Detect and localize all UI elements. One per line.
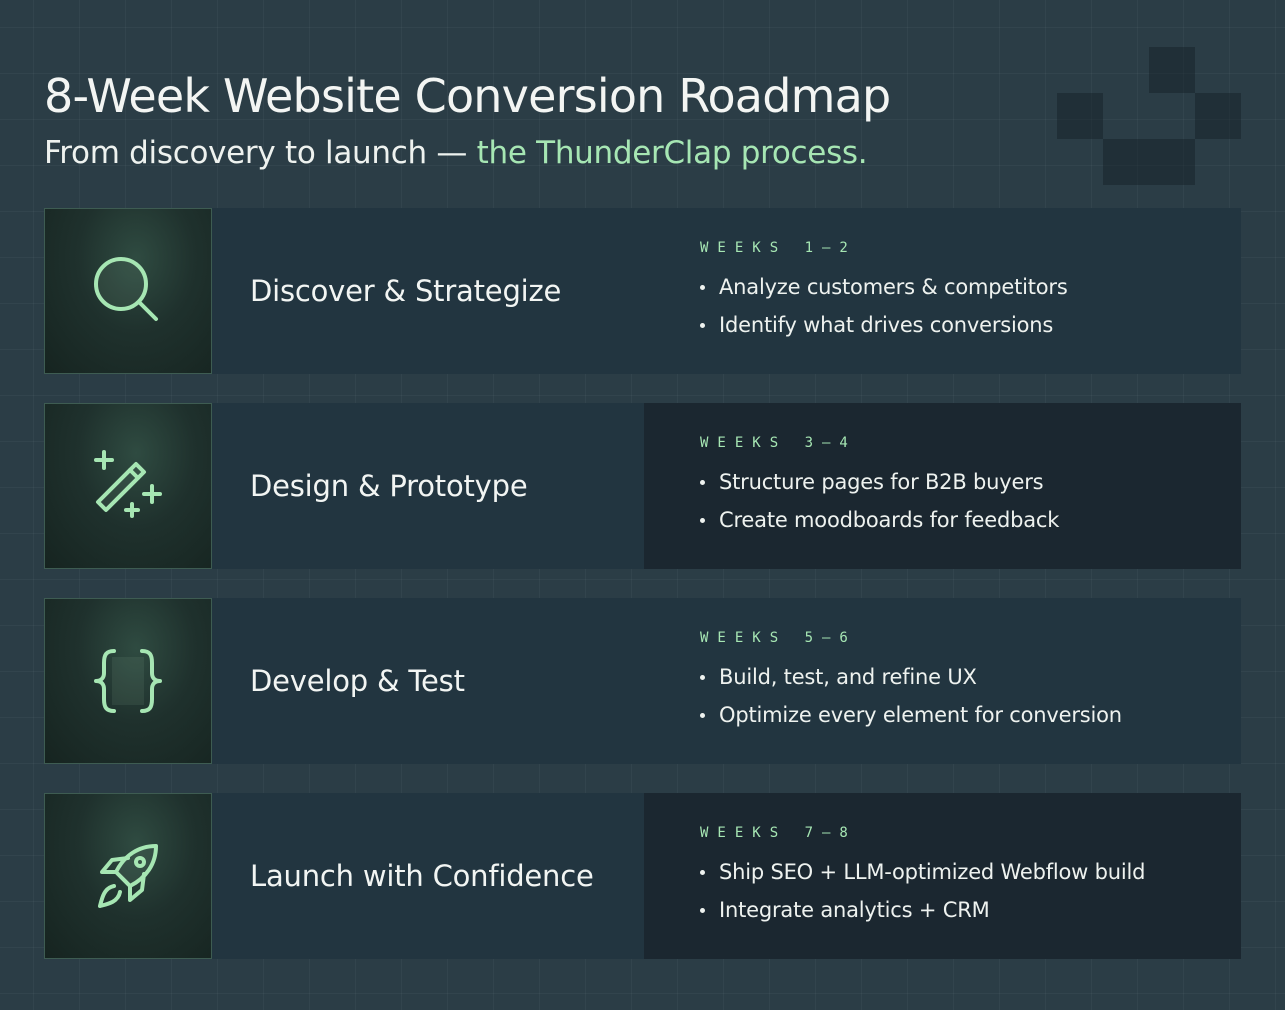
phase-name: Develop & Test [250, 664, 465, 698]
phase-name: Discover & Strategize [250, 274, 562, 308]
phase-details: WEEKS 1–2 Analyze customers & competitor… [644, 208, 1241, 374]
roadmap-row: Launch with Confidence WEEKS 7–8 Ship SE… [44, 793, 1241, 959]
rocket-icon [98, 844, 158, 908]
weeks-label: WEEKS 1–2 [700, 240, 857, 256]
weeks-label: WEEKS 7–8 [700, 825, 857, 841]
phase-name: Launch with Confidence [250, 859, 594, 893]
phase-details: WEEKS 5–6 Build, test, and refine UX Opt… [644, 598, 1241, 764]
roadmap-row: Discover & Strategize WEEKS 1–2 Analyze … [44, 208, 1241, 374]
phase-icon-box [44, 598, 212, 764]
phase-title-cell: Design & Prototype [212, 403, 644, 569]
page-header: 8-Week Website Conversion Roadmap From d… [44, 60, 1044, 174]
phase-title-cell: Launch with Confidence [212, 793, 644, 959]
subtitle-accent: the ThunderClap process. [476, 135, 868, 171]
magic-wand-icon [94, 450, 162, 518]
roadmap-row: Develop & Test WEEKS 5–6 Build, test, an… [44, 598, 1241, 764]
bullet-list: Structure pages for B2B buyers Create mo… [700, 463, 1241, 539]
bullet-item: Ship SEO + LLM-optimized Webflow build [700, 853, 1241, 891]
roadmap-list: Discover & Strategize WEEKS 1–2 Analyze … [44, 208, 1241, 988]
bullet-item: Analyze customers & competitors [700, 268, 1241, 306]
roadmap-row: Design & Prototype WEEKS 3–4 Structure p… [44, 403, 1241, 569]
phase-details: WEEKS 7–8 Ship SEO + LLM-optimized Webfl… [644, 793, 1241, 959]
phase-name: Design & Prototype [250, 469, 528, 503]
search-icon [94, 257, 158, 321]
bullet-item: Optimize every element for conversion [700, 696, 1241, 734]
phase-icon-box [44, 208, 212, 374]
page-subtitle: From discovery to launch — the ThunderCl… [44, 132, 1044, 174]
code-braces-icon [94, 649, 162, 713]
bullet-list: Ship SEO + LLM-optimized Webflow build I… [700, 853, 1241, 929]
decor-square [1149, 47, 1195, 93]
weeks-label: WEEKS 3–4 [700, 435, 857, 451]
bullet-list: Analyze customers & competitors Identify… [700, 268, 1241, 344]
page-title: 8-Week Website Conversion Roadmap [44, 69, 891, 123]
bullet-item: Identify what drives conversions [700, 306, 1241, 344]
decor-square [1057, 93, 1103, 139]
weeks-label: WEEKS 5–6 [700, 630, 857, 646]
bullet-item: Build, test, and refine UX [700, 658, 1241, 696]
phase-details: WEEKS 3–4 Structure pages for B2B buyers… [644, 403, 1241, 569]
phase-title-cell: Develop & Test [212, 598, 644, 764]
bullet-list: Build, test, and refine UX Optimize ever… [700, 658, 1241, 734]
decor-square [1103, 139, 1195, 185]
bullet-item: Integrate analytics + CRM [700, 891, 1241, 929]
phase-icon-box [44, 403, 212, 569]
bullet-item: Structure pages for B2B buyers [700, 463, 1241, 501]
bullet-item: Create moodboards for feedback [700, 501, 1241, 539]
phase-icon-box [44, 793, 212, 959]
phase-title-cell: Discover & Strategize [212, 208, 644, 374]
decor-square [1195, 93, 1241, 139]
subtitle-lead: From discovery to launch — [44, 135, 477, 171]
